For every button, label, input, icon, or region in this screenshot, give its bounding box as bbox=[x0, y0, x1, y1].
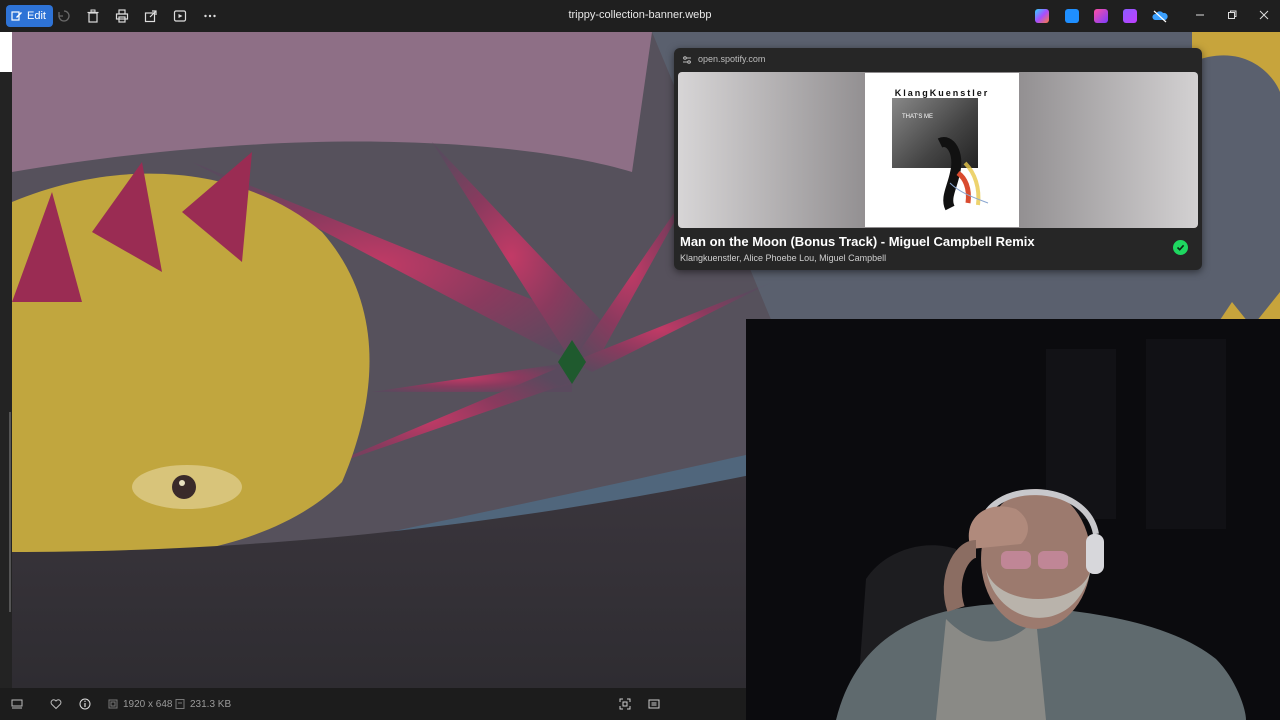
fit-to-window-icon[interactable] bbox=[619, 698, 631, 710]
site-settings-icon[interactable] bbox=[682, 55, 692, 65]
track-artists: Klangkuenstler, Alice Phoebe Lou, Miguel… bbox=[680, 253, 887, 263]
album-subtitle: THAT'S ME bbox=[902, 114, 934, 120]
webcam-person-image bbox=[746, 319, 1280, 720]
close-button[interactable] bbox=[1257, 8, 1271, 22]
edit-icon bbox=[11, 11, 22, 21]
edit-button[interactable]: Edit bbox=[6, 5, 53, 27]
window-title: trippy-collection-banner.webp bbox=[568, 9, 712, 21]
album-brand: KlangKuenstler bbox=[894, 88, 990, 98]
favorite-heart-icon[interactable] bbox=[50, 698, 62, 710]
edit-button-label: Edit bbox=[27, 10, 46, 22]
app-violet-icon[interactable] bbox=[1123, 9, 1137, 23]
file-size: 231.3 KB bbox=[190, 699, 232, 710]
file-size-icon bbox=[174, 698, 186, 710]
actual-size-icon[interactable] bbox=[648, 698, 660, 710]
title-bar: Edit trippy-collection-banner.webp bbox=[0, 0, 1280, 32]
dimensions-icon bbox=[107, 698, 119, 710]
restore-button[interactable] bbox=[1225, 8, 1239, 22]
album-figure-image bbox=[937, 137, 989, 211]
image-dimensions: 1920 x 648 bbox=[123, 699, 173, 710]
slideshow-icon[interactable] bbox=[172, 8, 188, 24]
track-title: Man on the Moon (Bonus Track) - Miguel C… bbox=[680, 234, 1035, 249]
print-icon[interactable] bbox=[114, 8, 130, 24]
scrollbar[interactable] bbox=[9, 412, 11, 612]
more-icon[interactable] bbox=[202, 8, 218, 24]
filmstrip-toggle-icon[interactable] bbox=[11, 698, 23, 710]
copilot-icon[interactable] bbox=[1035, 9, 1049, 23]
minimize-button[interactable] bbox=[1193, 8, 1207, 22]
spotify-now-playing-toast[interactable]: open.spotify.com KlangKuenstler THAT'S M… bbox=[674, 48, 1202, 270]
filmstrip-thumb[interactable] bbox=[0, 32, 12, 72]
liked-check-icon[interactable] bbox=[1173, 240, 1188, 255]
webcam-overlay bbox=[746, 319, 1280, 720]
share-icon[interactable] bbox=[143, 8, 159, 24]
app-blue-icon[interactable] bbox=[1065, 9, 1079, 23]
status-bar: 1920 x 648 231.3 KB bbox=[0, 688, 746, 720]
app-purple-icon[interactable] bbox=[1094, 9, 1108, 23]
album-art-banner: KlangKuenstler THAT'S ME bbox=[678, 72, 1198, 228]
filmstrip-edge bbox=[0, 32, 12, 688]
delete-icon[interactable] bbox=[85, 8, 101, 24]
info-icon[interactable] bbox=[79, 698, 91, 710]
rotate-icon[interactable] bbox=[56, 8, 72, 24]
album-cover: KlangKuenstler THAT'S ME bbox=[865, 73, 1019, 227]
toast-host: open.spotify.com bbox=[698, 54, 766, 64]
onedrive-icon[interactable] bbox=[1152, 9, 1168, 23]
